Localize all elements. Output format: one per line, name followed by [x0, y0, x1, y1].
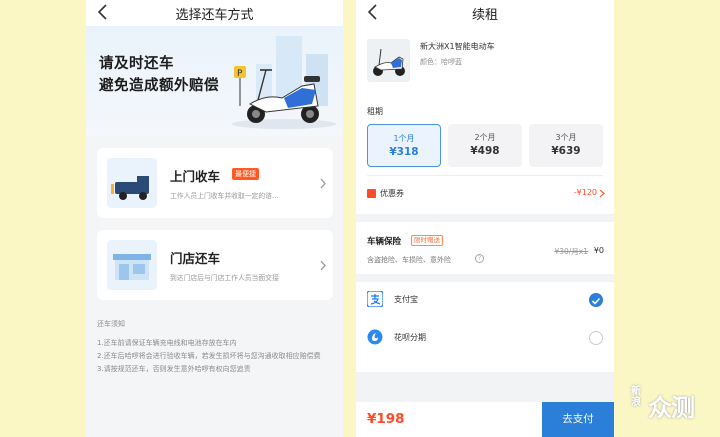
option-months: 1个月 [393, 134, 415, 143]
return-notes: 还车须知 1.还车前请保证车辆充电线和电池存放在车内 2.还车后哈啰将会进行验收… [97, 318, 337, 376]
coupon-label[interactable]: 优惠券 [380, 188, 404, 199]
product-name: 新大洲X1智能电动车 [420, 42, 495, 51]
insurance-section: 车辆保险 限时赠送 含盗抢险、车损险、意外险 ? ¥30/月x1 ¥0 [356, 222, 614, 274]
svg-text:P: P [237, 69, 243, 79]
watermark-logo: 新浪 众测 [631, 384, 716, 428]
notes-heading: 还车须知 [97, 320, 125, 328]
checkmark-icon [591, 297, 601, 305]
banner-line-2: 避免造成额外赔偿 [99, 78, 219, 94]
alipay-icon [367, 291, 383, 307]
payment-label: 花呗分期 [394, 333, 426, 342]
nav-bar: 选择还车方式 [86, 0, 343, 26]
option-card-store-return[interactable]: 门店还车 到达门店后与门店工作人员当面交接 [97, 230, 333, 300]
checkout-bar: ¥198 去支付 [356, 402, 614, 437]
insurance-original-price: ¥30/月x1 [554, 247, 588, 256]
return-reminder-banner: 请及时还车 避免造成额外赔偿 P [86, 26, 343, 136]
rental-period-section: 租期 1个月 ¥318 2个月 ¥498 3个月 ¥639 优惠券 -¥120 [356, 96, 614, 214]
insurance-label: 车辆保险 [367, 237, 402, 247]
payment-label: 支付宝 [394, 295, 418, 304]
coupon-value[interactable]: -¥120 [574, 188, 597, 197]
option-price: ¥318 [389, 146, 419, 158]
radio-checked[interactable] [589, 293, 603, 307]
rent-option-2-months[interactable]: 2个月 ¥498 [448, 124, 522, 167]
fastest-badge: 最便捷 [232, 168, 259, 180]
note-item: 3.请按规范还车，否则发生意外哈啰有权向您追责 [97, 365, 251, 373]
nav-bar: 续租 [356, 0, 614, 26]
radio-unchecked[interactable] [589, 331, 603, 345]
renew-rental-screen: 续租 新大洲X1智能电动车 颜色：哈啰蓝 租期 1个月 ¥318 2个月 ¥49… [356, 0, 614, 437]
product-color: 颜色：哈啰蓝 [420, 58, 462, 66]
rent-option-3-months[interactable]: 3个月 ¥639 [529, 124, 603, 167]
note-item: 1.还车前请保证车辆充电线和电池存放在车内 [97, 339, 237, 347]
page-title: 选择还车方式 [175, 8, 254, 23]
chevron-right-icon [320, 178, 326, 189]
watermark-small-text: 新浪 [631, 386, 641, 408]
insurance-price: ¥0 [593, 246, 604, 255]
pay-button[interactable]: 去支付 [542, 402, 614, 437]
chevron-right-icon[interactable] [599, 189, 605, 198]
payment-option-huabei[interactable]: 花呗分期 [356, 320, 614, 356]
help-icon[interactable]: ? [475, 254, 484, 263]
option-title: 上门收车 [170, 169, 221, 184]
option-months: 3个月 [555, 133, 577, 142]
option-price: ¥639 [551, 145, 581, 157]
product-info: 新大洲X1智能电动车 颜色：哈啰蓝 [356, 26, 614, 96]
insurance-description: 含盗抢险、车损险、意外险 [367, 256, 451, 264]
rent-option-1-month[interactable]: 1个月 ¥318 [367, 124, 441, 167]
scooter-thumbnail [367, 39, 410, 82]
chevron-right-icon [320, 260, 326, 271]
option-card-doorstep-pickup[interactable]: 上门收车 最便捷 工作人员上门收车并收取一定的谘... [97, 148, 333, 218]
divider [367, 175, 603, 176]
scooter-parking-illustration: P [232, 36, 336, 129]
watermark-big-text: 众测 [648, 394, 695, 422]
store-image [107, 240, 157, 290]
note-item: 2.还车后哈啰将会进行验收车辆，若发生损坏将与您沟通收取相应赔偿费 [97, 352, 321, 360]
payment-option-alipay[interactable]: 支付宝 [356, 282, 614, 318]
option-months: 2个月 [474, 133, 496, 142]
option-title: 门店还车 [170, 251, 221, 266]
page-title: 续租 [471, 8, 498, 23]
return-method-screen: 选择还车方式 请及时还车 避免造成额外赔偿 P 上门收车 最便捷 工作人员上门收… [86, 0, 343, 437]
huabei-icon [367, 329, 383, 345]
option-price: ¥498 [470, 145, 500, 157]
option-description: 工作人员上门收车并收取一定的谘... [170, 192, 279, 200]
option-description: 到达门店后与门店工作人员当面交接 [170, 274, 279, 282]
payment-methods: 支付宝 花呗分期 [356, 282, 614, 372]
rental-period-label: 租期 [367, 107, 383, 116]
coupon-icon [367, 189, 376, 198]
total-amount: ¥198 [367, 411, 405, 427]
banner-line-1: 请及时还车 [99, 56, 174, 72]
limited-gift-badge: 限时赠送 [411, 235, 443, 246]
pickup-truck-image [107, 158, 157, 208]
